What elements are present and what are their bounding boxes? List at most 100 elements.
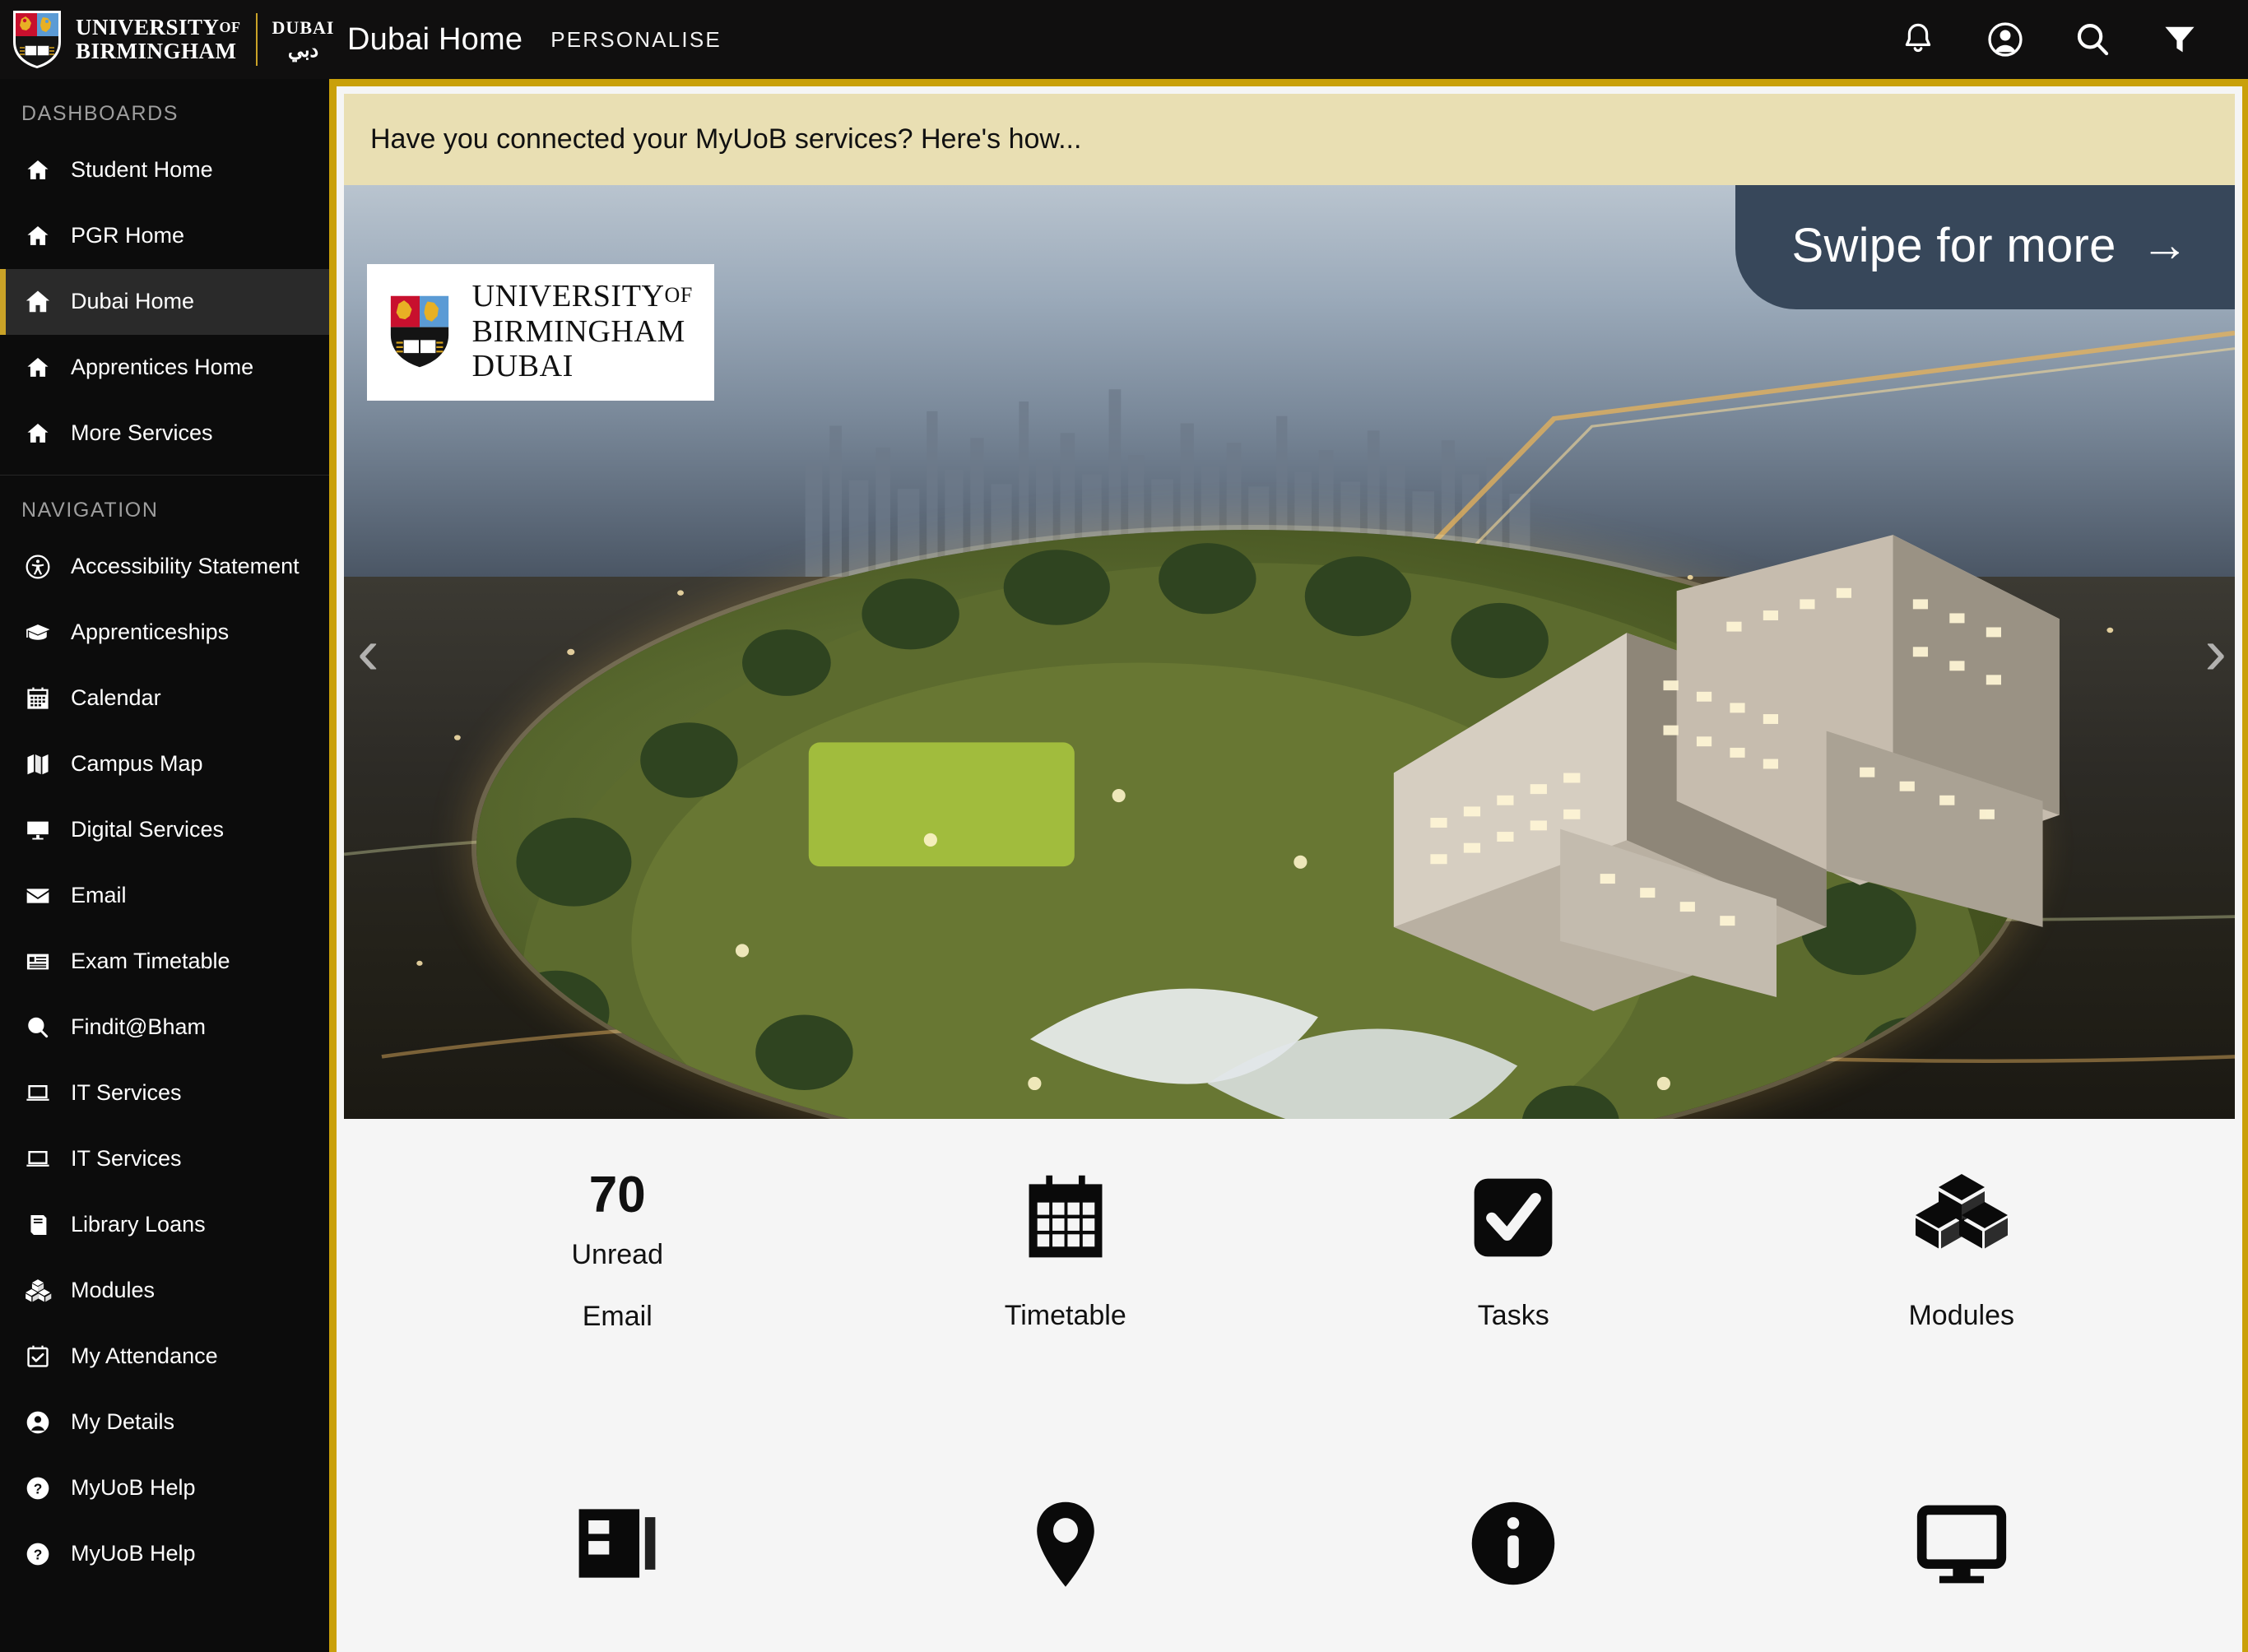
sidebar-item-calendar[interactable]: Calendar: [0, 666, 329, 731]
sidebar-item-exam-timetable[interactable]: Exam Timetable: [0, 929, 329, 995]
sidebar-item-label: IT Services: [71, 1080, 182, 1107]
carousel-overlay-logo-text: UNIVERSITYOF BIRMINGHAM DUBAI: [472, 279, 693, 384]
notifications-bell-icon[interactable]: [1896, 17, 1940, 62]
sidebar-item-library-loans[interactable]: Library Loans: [0, 1192, 329, 1258]
sidebar-item-label: My Details: [71, 1409, 174, 1436]
envelope-icon: [21, 883, 54, 909]
overlay-logo-line3: DUBAI: [472, 349, 574, 383]
person-circle-icon: [21, 1409, 54, 1436]
question-circle-icon: ?: [21, 1541, 54, 1567]
filter-funnel-icon[interactable]: [2157, 17, 2202, 62]
blocks-icon: [1912, 1165, 2011, 1270]
sidebar-item-digital-services[interactable]: Digital Services: [0, 797, 329, 863]
main-inner: Have you connected your MyUoB services? …: [337, 86, 2242, 1652]
brand-divider: [256, 13, 258, 66]
brand-dubai-ar: دبي: [288, 39, 318, 62]
topbar-icon-group: [1896, 17, 2248, 62]
app-root: UNIVERSITYOF BIRMINGHAM DUBAI دبي Dubai …: [0, 0, 2248, 1652]
sidebar-item-label: Student Home: [71, 157, 213, 183]
modules-tile[interactable]: Modules: [1738, 1165, 2186, 1412]
graduation-cap-icon: [21, 619, 54, 647]
carousel-prev-button[interactable]: ‹: [357, 619, 379, 684]
sidebar-item-pgr-home[interactable]: PGR Home: [0, 203, 329, 269]
book-icon: [21, 1212, 54, 1238]
location-pin-icon: [1018, 1491, 1113, 1596]
carousel-overlay-logo: UNIVERSITYOF BIRMINGHAM DUBAI: [367, 264, 714, 401]
account-person-icon[interactable]: [1983, 17, 2027, 62]
university-crest-icon: [385, 290, 454, 373]
home-icon: [21, 223, 54, 249]
sidebar-item-accessibility-statement[interactable]: Accessibility Statement: [0, 534, 329, 600]
monitor-icon: [21, 817, 54, 843]
swipe-for-more-badge[interactable]: Swipe for more →: [1735, 185, 2235, 309]
personalise-button[interactable]: PERSONALISE: [550, 27, 722, 53]
timetable-tile[interactable]: Timetable: [842, 1165, 1290, 1412]
sidebar-item-apprenticeships[interactable]: Apprenticeships: [0, 600, 329, 666]
arrow-right-icon: →: [2141, 221, 2189, 269]
sidebar-item-findit-bham[interactable]: Findit@Bham: [0, 995, 329, 1060]
home-icon: [21, 355, 54, 381]
sidebar-item-my-details[interactable]: My Details: [0, 1390, 329, 1455]
sidebar-item-label: Calendar: [71, 685, 161, 712]
overlay-logo-line1: UNIVERSITY: [472, 279, 665, 313]
sidebar-heading-dashboards: DASHBOARDS: [0, 79, 329, 137]
sidebar-item-label: Findit@Bham: [71, 1014, 206, 1041]
unread-email-tile[interactable]: 70 Unread Email: [393, 1165, 842, 1412]
sidebar-item-more-services[interactable]: More Services: [0, 401, 329, 466]
hero-carousel[interactable]: UNIVERSITYOF BIRMINGHAM DUBAI Swipe for …: [344, 185, 2235, 1119]
question-circle-icon: ?: [21, 1475, 54, 1501]
list-card-icon: [21, 949, 54, 975]
connected-services-notice[interactable]: Have you connected your MyUoB services? …: [344, 94, 2235, 185]
sidebar-item-label: Apprentices Home: [71, 355, 253, 381]
sidebar-item-myuob-help-2[interactable]: ? MyUoB Help: [0, 1521, 329, 1587]
calendar-check-icon: [21, 1343, 54, 1370]
partial-tile-4[interactable]: [1738, 1491, 2186, 1652]
tile-label: Modules: [1908, 1300, 2014, 1332]
search-icon: [21, 1014, 54, 1041]
body-row: DASHBOARDS Student Home PGR Home Dubai H…: [0, 79, 2248, 1652]
laptop-icon: [21, 1146, 54, 1172]
sidebar-item-campus-map[interactable]: Campus Map: [0, 731, 329, 797]
brand-line2: BIRMINGHAM: [76, 39, 237, 63]
sidebar-item-it-services-2[interactable]: IT Services: [0, 1126, 329, 1192]
brand-dubai: DUBAI دبي: [272, 17, 335, 63]
unread-email-sub: Unread: [571, 1239, 663, 1271]
sidebar-item-label: Accessibility Statement: [71, 554, 300, 580]
top-bar: UNIVERSITYOF BIRMINGHAM DUBAI دبي Dubai …: [0, 0, 2248, 79]
home-icon: [21, 157, 54, 183]
sidebar-item-email[interactable]: Email: [0, 863, 329, 929]
carousel-next-button[interactable]: ›: [2204, 619, 2227, 684]
sidebar: DASHBOARDS Student Home PGR Home Dubai H…: [0, 79, 329, 1652]
svg-text:?: ?: [34, 1481, 43, 1497]
sidebar-item-label: Dubai Home: [71, 289, 194, 315]
partial-tile-2[interactable]: [842, 1491, 1290, 1652]
search-icon[interactable]: [2070, 17, 2115, 62]
sidebar-item-label: Email: [71, 883, 127, 909]
sidebar-item-modules[interactable]: Modules: [0, 1258, 329, 1324]
sidebar-item-label: PGR Home: [71, 223, 184, 249]
brand-university-name: UNIVERSITYOF BIRMINGHAM: [76, 16, 241, 63]
brand-wordmark: UNIVERSITYOF BIRMINGHAM DUBAI دبي: [76, 13, 334, 66]
partial-tile-1[interactable]: [393, 1491, 842, 1652]
sidebar-item-label: Campus Map: [71, 751, 203, 777]
brand-logo[interactable]: UNIVERSITYOF BIRMINGHAM DUBAI دبي: [0, 0, 329, 79]
sidebar-item-label: My Attendance: [71, 1343, 218, 1370]
sidebar-item-it-services-1[interactable]: IT Services: [0, 1060, 329, 1126]
university-crest-icon: [12, 9, 63, 70]
tasks-tile[interactable]: Tasks: [1289, 1165, 1738, 1412]
sidebar-item-label: IT Services: [71, 1146, 182, 1172]
sidebar-item-myuob-help-1[interactable]: ? MyUoB Help: [0, 1455, 329, 1521]
sidebar-item-label: More Services: [71, 420, 213, 447]
sidebar-item-dubai-home[interactable]: Dubai Home: [0, 269, 329, 335]
sidebar-item-label: MyUoB Help: [71, 1541, 196, 1567]
unread-email-count: 70: [589, 1170, 646, 1221]
partial-tile-3[interactable]: [1289, 1491, 1738, 1652]
sidebar-item-my-attendance[interactable]: My Attendance: [0, 1324, 329, 1390]
sidebar-item-student-home[interactable]: Student Home: [0, 137, 329, 203]
brand-of: OF: [220, 19, 241, 35]
card-list-icon: [569, 1491, 665, 1596]
quick-links-tiles: 70 Unread Email: [344, 1119, 2235, 1652]
sidebar-item-apprentices-home[interactable]: Apprentices Home: [0, 335, 329, 401]
calendar-icon: [21, 685, 54, 712]
accessibility-icon: [21, 554, 54, 580]
